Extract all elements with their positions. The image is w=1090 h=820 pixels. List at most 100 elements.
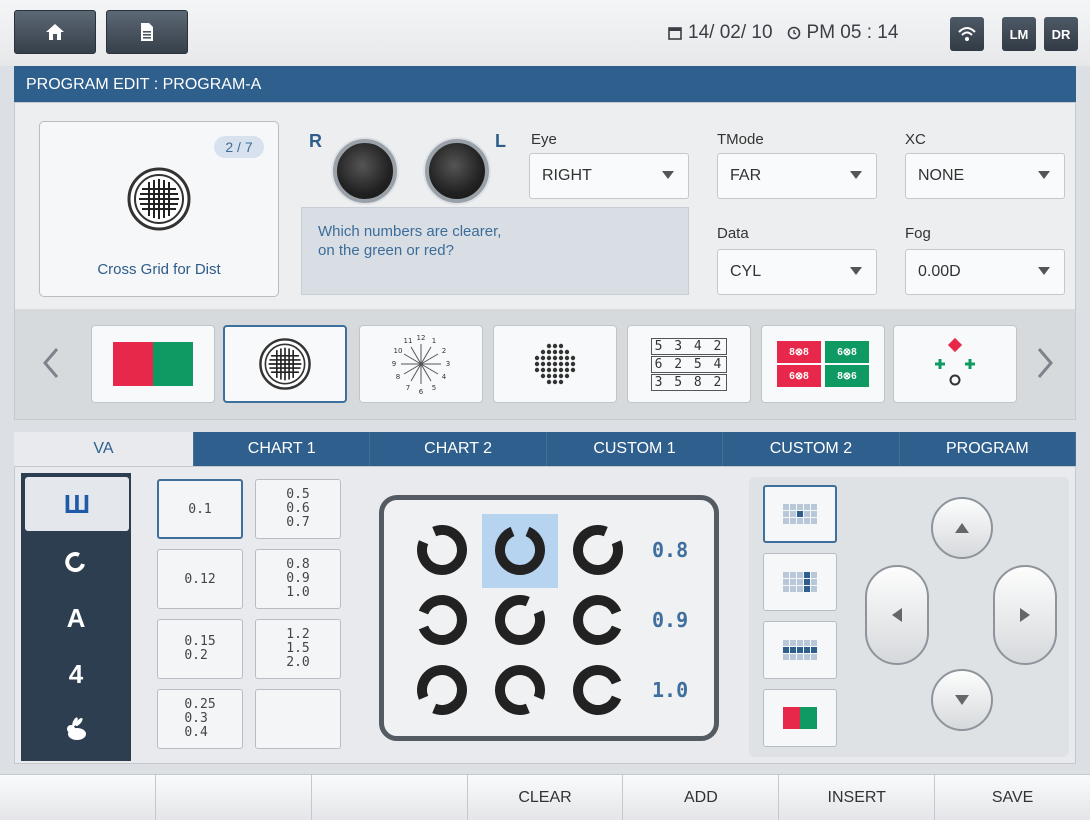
dot-cluster-icon (534, 343, 576, 385)
va-button[interactable]: 0.15 0.2 (157, 619, 243, 679)
dr-button[interactable]: DR (1044, 17, 1078, 51)
landolt-ring (573, 525, 623, 575)
tab-program[interactable]: PROGRAM (900, 432, 1077, 466)
tab-chart-1[interactable]: CHART 1 (194, 432, 371, 466)
strip-next-button[interactable] (1025, 335, 1065, 391)
home-button[interactable] (14, 10, 96, 54)
dot (564, 355, 570, 361)
triangle-right-icon (1020, 608, 1030, 622)
va-button[interactable]: 0.1 (157, 479, 243, 539)
strip-prev-button[interactable] (31, 335, 71, 391)
chart-tile-red-green-number[interactable]: 8⊗8 6⊗8 6⊗8 8⊗6 (761, 325, 885, 403)
left-button[interactable] (865, 565, 929, 665)
va-button-empty[interactable] (255, 689, 341, 749)
xc-select[interactable]: NONE (905, 153, 1065, 199)
chevron-down-icon (662, 171, 674, 179)
dot (546, 355, 552, 361)
chevron-left-icon (43, 348, 59, 378)
red-green-mode-button[interactable] (763, 689, 837, 747)
tab-chart-2[interactable]: CHART 2 (370, 432, 547, 466)
blank-button-1[interactable] (0, 775, 156, 820)
chart-display: 0.8 0.9 1.0 (379, 495, 719, 741)
chart-tile-red-green[interactable] (91, 325, 215, 403)
chart-tile-cross-grid[interactable] (223, 325, 347, 403)
optotype-child-button[interactable] (21, 703, 131, 757)
grid-cell (783, 586, 789, 592)
dot (546, 379, 552, 385)
right-eye-button[interactable] (333, 139, 397, 203)
va-button[interactable]: 0.8 0.9 1.0 (255, 549, 341, 609)
tmode-select[interactable]: FAR (717, 153, 877, 199)
va-value: 1.5 (286, 641, 310, 656)
eye-label: Eye (531, 131, 557, 148)
grid-cell (811, 640, 817, 646)
va-value: 0.2 (184, 648, 208, 663)
va-button[interactable]: 0.12 (157, 549, 243, 609)
chart-tile-worth-four-dot[interactable] (893, 325, 1017, 403)
tab-va[interactable]: VA (14, 432, 194, 466)
optotype-landolt-button[interactable] (21, 535, 131, 589)
svg-text:1: 1 (432, 337, 436, 345)
data-value: CYL (730, 263, 762, 280)
column-mode-button[interactable] (763, 553, 837, 611)
blank-button-3[interactable] (311, 775, 468, 820)
grid-cell (811, 518, 817, 524)
eye-select[interactable]: RIGHT (529, 153, 689, 199)
insert-button[interactable]: INSERT (779, 775, 936, 820)
optotype-e-label: Ш (63, 488, 91, 519)
xc-value: NONE (918, 167, 965, 184)
grid-cell (804, 572, 810, 578)
dot (570, 367, 576, 373)
question-line: Which numbers are clearer, on the green … (318, 223, 502, 259)
cross-grid-icon (259, 338, 311, 390)
worth-four-dot-icon (935, 337, 975, 386)
data-select[interactable]: CYL (717, 249, 877, 295)
current-test-card[interactable]: 2 / 7 Cross Grid for Dist (39, 121, 279, 297)
svg-text:10: 10 (394, 347, 403, 355)
optotype-number-button[interactable]: 4 (21, 647, 131, 701)
add-button[interactable]: ADD (623, 775, 780, 820)
save-button[interactable]: SAVE (935, 775, 1090, 820)
optotype-e-button[interactable]: Ш (25, 477, 129, 531)
wifi-button[interactable] (950, 17, 984, 51)
chart-tile-number-chart[interactable]: 5 3 4 2 6 2 5 4 3 5 8 2 (627, 325, 751, 403)
lm-button[interactable]: LM (1002, 17, 1036, 51)
dot (552, 349, 558, 355)
fog-select[interactable]: 0.00D (905, 249, 1065, 295)
va-value: 1.0 (286, 585, 310, 600)
clear-button[interactable]: CLEAR (467, 775, 624, 820)
test-name: Cross Grid for Dist (97, 261, 221, 278)
grid-cell (811, 504, 817, 510)
left-eye-button[interactable] (425, 139, 489, 203)
blank-button-2[interactable] (155, 775, 312, 820)
tmode-label: TMode (717, 131, 764, 148)
green-number-cell: 8⊗6 (825, 365, 869, 387)
dot (552, 355, 558, 361)
optotype-letter-button[interactable]: A (21, 591, 131, 645)
grid-cell (804, 579, 810, 585)
down-button[interactable] (931, 669, 993, 731)
red-number-cell: 8⊗8 (777, 341, 821, 363)
red-green-number-icon: 8⊗8 6⊗8 6⊗8 8⊗6 (777, 341, 869, 387)
dot (564, 349, 570, 355)
tab-custom-2[interactable]: CUSTOM 2 (723, 432, 900, 466)
chart-tile-astigmatic-clock[interactable]: 12 1 2 3 4 5 6 7 8 9 10 11 (359, 325, 483, 403)
va-value: 0.8 (286, 557, 310, 572)
up-button[interactable] (931, 497, 993, 559)
dot (552, 343, 558, 349)
wifi-icon (958, 27, 976, 41)
red-green-icon (783, 707, 817, 729)
single-optotype-mode-button[interactable] (763, 485, 837, 543)
va-button[interactable]: 0.5 0.6 0.7 (255, 479, 341, 539)
svg-text:8: 8 (396, 373, 400, 381)
column-mode-icon (783, 572, 817, 592)
right-button[interactable] (993, 565, 1057, 665)
grid-cell (797, 504, 803, 510)
row-mode-button[interactable] (763, 621, 837, 679)
tab-custom-1[interactable]: CUSTOM 1 (547, 432, 724, 466)
chart-tile-dot-cluster[interactable] (493, 325, 617, 403)
va-button[interactable]: 1.2 1.5 2.0 (255, 619, 341, 679)
document-button[interactable] (106, 10, 188, 54)
va-button[interactable]: 0.25 0.3 0.4 (157, 689, 243, 749)
red-number-cell: 6⊗8 (777, 365, 821, 387)
